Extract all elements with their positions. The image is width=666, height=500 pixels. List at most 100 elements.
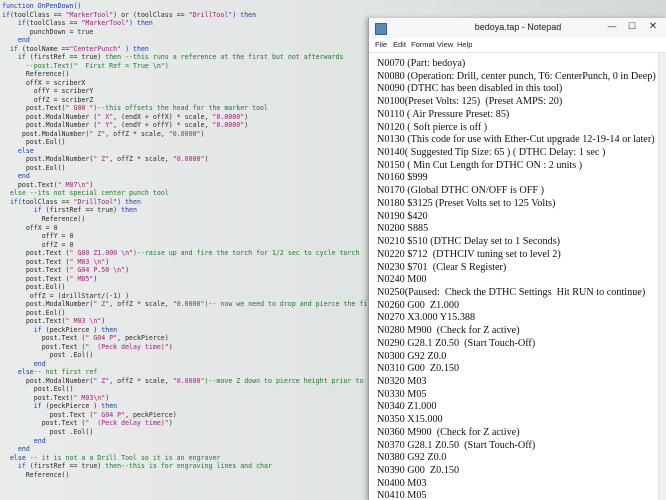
code-token: "MarkerTool" <box>81 19 130 28</box>
menu-format[interactable]: Format <box>411 40 435 49</box>
code-token: Reference() <box>2 470 70 479</box>
notepad-window: bedoya.tap - Notepad — ☐ ✕ File Edit For… <box>368 18 666 500</box>
code-token: , offZ * scale, <box>109 376 173 385</box>
code-line: post.ModalNumber (" Y", (endY + offY) * … <box>2 121 248 129</box>
code-token: post.Eol() <box>2 163 66 172</box>
code-line: if (firstRef == true) then --this runs a… <box>2 53 344 62</box>
code-line: end <box>2 36 30 44</box>
code-line: post.Eol() <box>2 283 66 291</box>
code-token: )--raise up and fire the torch for 1/2 s… <box>133 249 360 258</box>
menu-edit[interactable]: Edit <box>393 40 406 49</box>
code-line: post.Eol() <box>2 309 66 317</box>
code-line: if(toolClass == "MarkerTool") then <box>2 19 153 27</box>
title-bar[interactable]: bedoya.tap - Notepad — ☐ ✕ <box>369 18 666 39</box>
maximize-button[interactable]: ☐ <box>625 21 639 33</box>
code-token: then <box>121 206 137 215</box>
code-token: , (endY + offY) * scale, <box>113 121 213 130</box>
code-token: then <box>101 402 118 411</box>
code-token: (peckPierce ) <box>41 325 102 334</box>
code-token: " G00 " <box>65 104 94 113</box>
menu-file[interactable]: File <box>375 40 387 49</box>
code-token: post.Text ( <box>2 410 94 419</box>
code-token: " G04 P" <box>85 334 118 343</box>
code-token: post.Text( <box>2 104 66 113</box>
code-line: post.Text (" M05") <box>2 274 98 283</box>
code-line: else-- not first ref <box>2 368 97 376</box>
code-token: (peckPierce ) <box>41 402 102 411</box>
code-token: " X" <box>97 112 114 121</box>
code-token: , (endX + offX) * scale, <box>113 112 213 121</box>
code-token: else <box>2 453 26 462</box>
code-token: ) <box>244 112 249 121</box>
code-token: " Z" <box>89 129 106 138</box>
code-line: offX = scriberX <box>2 78 86 87</box>
menu-help[interactable]: Help <box>457 40 472 49</box>
code-token: , offZ * scale, <box>109 300 173 309</box>
code-token: end <box>2 359 46 368</box>
code-token: ) <box>168 342 173 351</box>
code-token: if <box>2 53 26 62</box>
code-token: -- not first ref <box>33 368 98 377</box>
menu-bar: File Edit Format View Help <box>369 38 666 53</box>
code-token: else <box>2 368 34 377</box>
code-line: end <box>2 360 46 368</box>
code-token: offZ = scriberZ <box>2 95 94 104</box>
code-line: post.Text (" (Peck delay time)") <box>2 419 173 427</box>
code-line: post.Eol() <box>2 385 74 394</box>
code-token: -- it is not a a Drill Tool so it is an … <box>25 453 221 462</box>
code-token: offX = scriberX <box>2 78 86 87</box>
code-line: if (peckPierce ) then <box>2 326 117 334</box>
code-token: )--move Z down to pierce height prior to… <box>204 376 372 385</box>
text-area[interactable]: N0070 (Part: bedoya) N0080 (Operation: Dr… <box>369 53 659 500</box>
code-token: Reference() <box>2 215 86 223</box>
code-line: if (firstRef == true) then--this is for … <box>2 462 272 470</box>
code-line: post.Text (" G04 P", peckPierce) <box>2 334 169 342</box>
code-token: punchDown = true <box>2 27 94 36</box>
code-token: then--this is for engraving lines and ch… <box>105 462 272 471</box>
code-token: post.Text ( <box>2 249 70 258</box>
code-line: post.ModalNumber (" X", (endX + offX) * … <box>2 113 248 121</box>
code-token: "CenterPunch" <box>69 44 122 53</box>
code-line: else -- it is not a a Drill Tool so it i… <box>2 454 220 462</box>
code-line: Reference() <box>2 215 86 223</box>
code-line: if (firstRef == true) then <box>2 206 137 214</box>
code-token: "0.0000" <box>172 300 205 309</box>
code-token: (toolClass == <box>9 10 66 19</box>
vertical-scrollbar[interactable] <box>658 53 666 500</box>
code-token: ) or (toolClass == <box>113 10 189 19</box>
code-token: if <box>2 462 26 471</box>
code-token: post.Eol() <box>2 138 66 147</box>
code-token: then --this runs a reference at the firs… <box>105 53 344 62</box>
code-token: ) <box>101 317 106 326</box>
code-token: if <box>2 206 42 215</box>
code-token: "0.0000" <box>168 129 201 138</box>
menu-view[interactable]: View <box>437 40 453 49</box>
code-token: else --its not special center punch tool <box>2 189 169 198</box>
code-token: post.Eol() <box>2 385 74 394</box>
code-line: post .Eol() <box>2 351 94 359</box>
code-token: " M03\n" <box>73 393 106 402</box>
code-line: post.ModalNumber(" Z", offZ * scale, "0.… <box>2 377 371 385</box>
code-line: else --its not special center punch tool <box>2 189 169 197</box>
code-token: end <box>2 172 30 181</box>
code-token: if <box>2 402 42 411</box>
close-button[interactable]: ✕ <box>645 21 661 33</box>
code-token: post.Eol() <box>2 308 66 317</box>
code-token: end <box>2 36 30 45</box>
code-line: post.Eol() <box>2 164 66 172</box>
code-token: " G00 Z1.000 \n" <box>69 249 134 258</box>
code-token: if <box>2 10 10 19</box>
code-token: ) <box>125 266 130 275</box>
code-line: offY = scriberY <box>2 87 94 95</box>
code-token: ) <box>93 274 98 283</box>
code-token: post.Text ( <box>2 266 70 275</box>
code-token: ) then <box>117 197 141 206</box>
code-token: "0.0000" <box>172 376 205 385</box>
code-token: "0.0000" <box>212 112 245 121</box>
code-token: post.ModalNumber( <box>2 129 90 138</box>
code-token: (firstRef == true) <box>25 462 106 471</box>
minimize-button[interactable]: — <box>605 21 619 33</box>
code-token: then <box>101 325 118 334</box>
code-token: (toolName == <box>17 44 70 53</box>
code-token: ) <box>105 257 110 266</box>
